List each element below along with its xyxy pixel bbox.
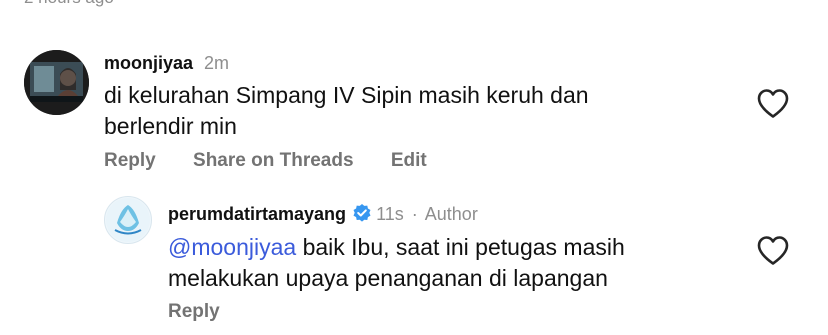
company-logo-icon xyxy=(106,198,150,242)
avatar[interactable] xyxy=(104,196,152,244)
comment-header: moonjiyaa 2m xyxy=(104,52,229,74)
avatar-image xyxy=(24,50,89,115)
edit-button[interactable]: Edit xyxy=(391,150,427,171)
share-on-threads-button[interactable]: Share on Threads xyxy=(193,150,354,171)
reply-time: 11s xyxy=(376,204,404,224)
heart-outline-icon[interactable] xyxy=(756,235,790,266)
comment-username[interactable]: moonjiyaa xyxy=(104,53,193,73)
reply-actions: Reply xyxy=(168,301,252,323)
comment-time: 2m xyxy=(204,53,230,73)
reply-button[interactable]: Reply xyxy=(104,150,156,171)
reply-text: @moonjiyaa baik Ibu, saat ini petugas ma… xyxy=(168,232,625,294)
avatar[interactable] xyxy=(24,50,89,115)
separator-dot: · xyxy=(411,204,418,224)
heart-outline-icon[interactable] xyxy=(756,88,790,119)
verified-badge-icon xyxy=(353,204,371,222)
reply-username[interactable]: perumdatirtamayang xyxy=(168,204,346,224)
mention-link[interactable]: @moonjiyaa xyxy=(168,234,296,260)
author-label: Author xyxy=(424,204,478,224)
reply-button[interactable]: Reply xyxy=(168,301,220,322)
previous-comment-timestamp: 2 hours ago xyxy=(24,0,114,8)
comment-actions: Reply Share on Threads Edit xyxy=(104,150,459,172)
comment-text: di kelurahan Simpang IV Sipin masih keru… xyxy=(104,82,589,139)
reply-header: perumdatirtamayang 11s · Author xyxy=(168,203,478,225)
